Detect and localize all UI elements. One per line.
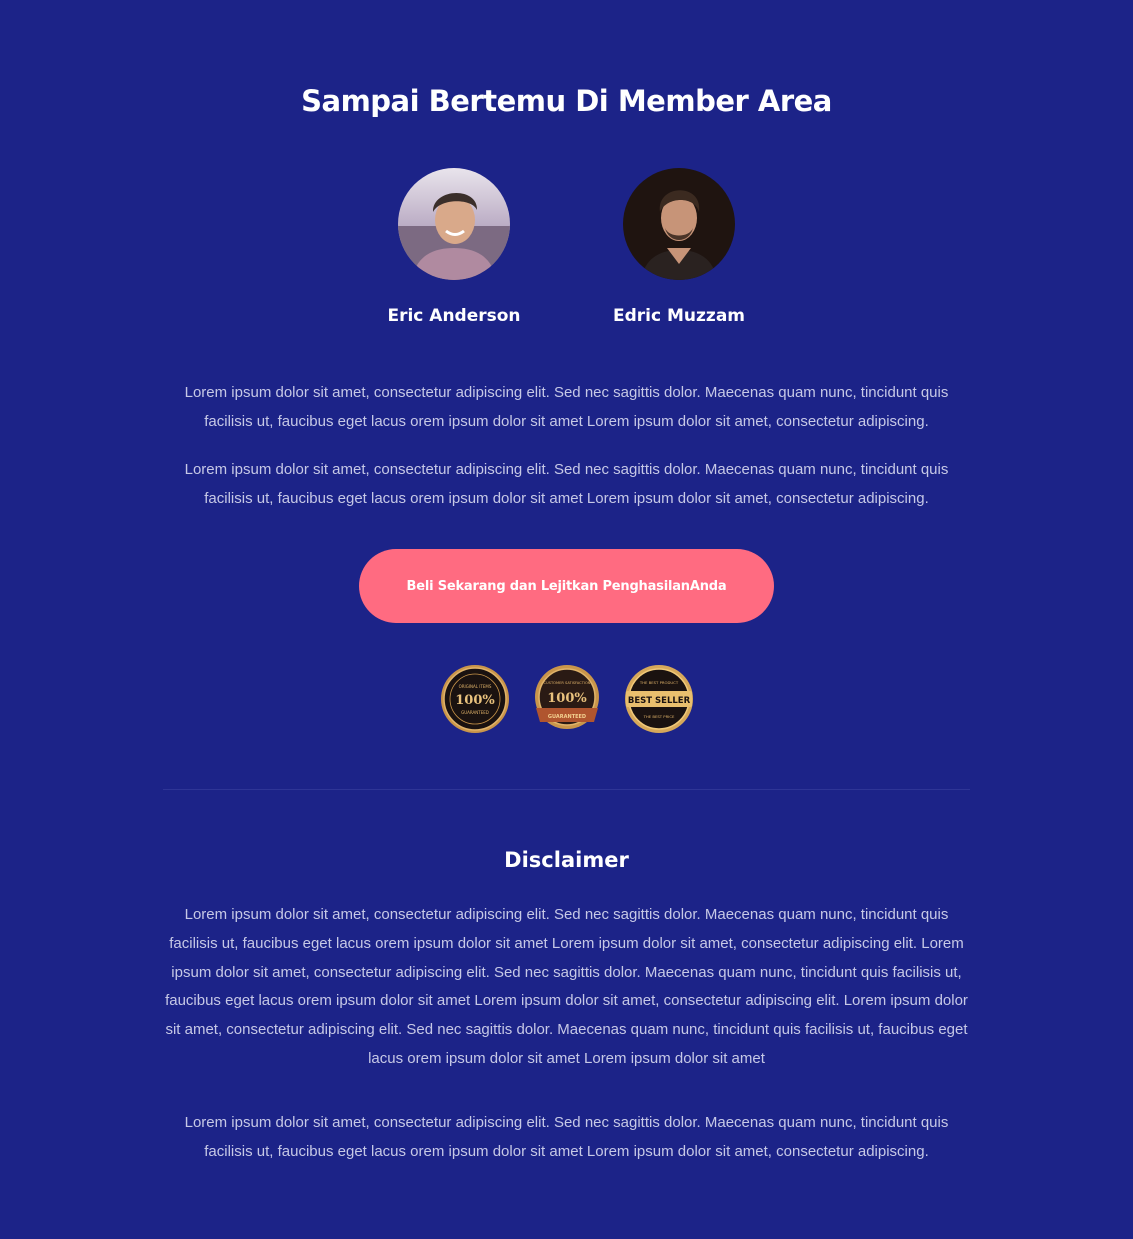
badge-big-text: 100% [547, 691, 587, 706]
member-name: Eric Anderson [387, 306, 521, 326]
best-seller-seal-icon: THE BEST PRODUCT BEST SELLER THE BEST PR… [624, 664, 694, 734]
team-list: Eric Anderson Edric Muzzam [0, 168, 1133, 326]
disclaimer-paragraph: Lorem ipsum dolor sit amet, consectetur … [184, 1114, 949, 1160]
avatar [623, 168, 735, 280]
section-divider [163, 789, 970, 790]
team-member: Edric Muzzam [613, 168, 745, 326]
badge-top-text: CUSTOMER SATISFACTION [543, 681, 590, 685]
buy-now-button[interactable]: Beli Sekarang dan Lejitkan PenghasilanAn… [359, 549, 774, 623]
intro-paragraph: Lorem ipsum dolor sit amet, consectetur … [184, 461, 949, 507]
trust-badges: ORIGINAL ITEMS 100% GUARANTEED CUSTOMER … [0, 664, 1133, 734]
disclaimer-paragraph: Lorem ipsum dolor sit amet, consectetur … [165, 906, 968, 1067]
page: Sampai Bertemu Di Member Area Eric Ander… [0, 0, 1133, 1239]
badge-bottom-text: GUARANTEED [547, 714, 585, 720]
satisfaction-guaranteed-seal-icon: CUSTOMER SATISFACTION 100% GUARANTEED [532, 664, 602, 734]
badge-big-text: 100% [455, 693, 495, 708]
original-items-seal-icon: ORIGINAL ITEMS 100% GUARANTEED [440, 664, 510, 734]
badge-bottom-text: THE BEST PRICE [642, 714, 674, 719]
badge-big-text: BEST SELLER [627, 696, 690, 706]
member-name: Edric Muzzam [613, 306, 745, 326]
avatar [398, 168, 510, 280]
badge-bottom-text: GUARANTEED [461, 710, 489, 715]
team-member: Eric Anderson [387, 168, 521, 326]
intro-paragraph: Lorem ipsum dolor sit amet, consectetur … [184, 384, 949, 430]
badge-top-text: ORIGINAL ITEMS [458, 684, 491, 689]
disclaimer-title: Disclaimer [504, 848, 629, 872]
page-title: Sampai Bertemu Di Member Area [301, 84, 832, 118]
badge-top-text: THE BEST PRODUCT [638, 680, 678, 685]
